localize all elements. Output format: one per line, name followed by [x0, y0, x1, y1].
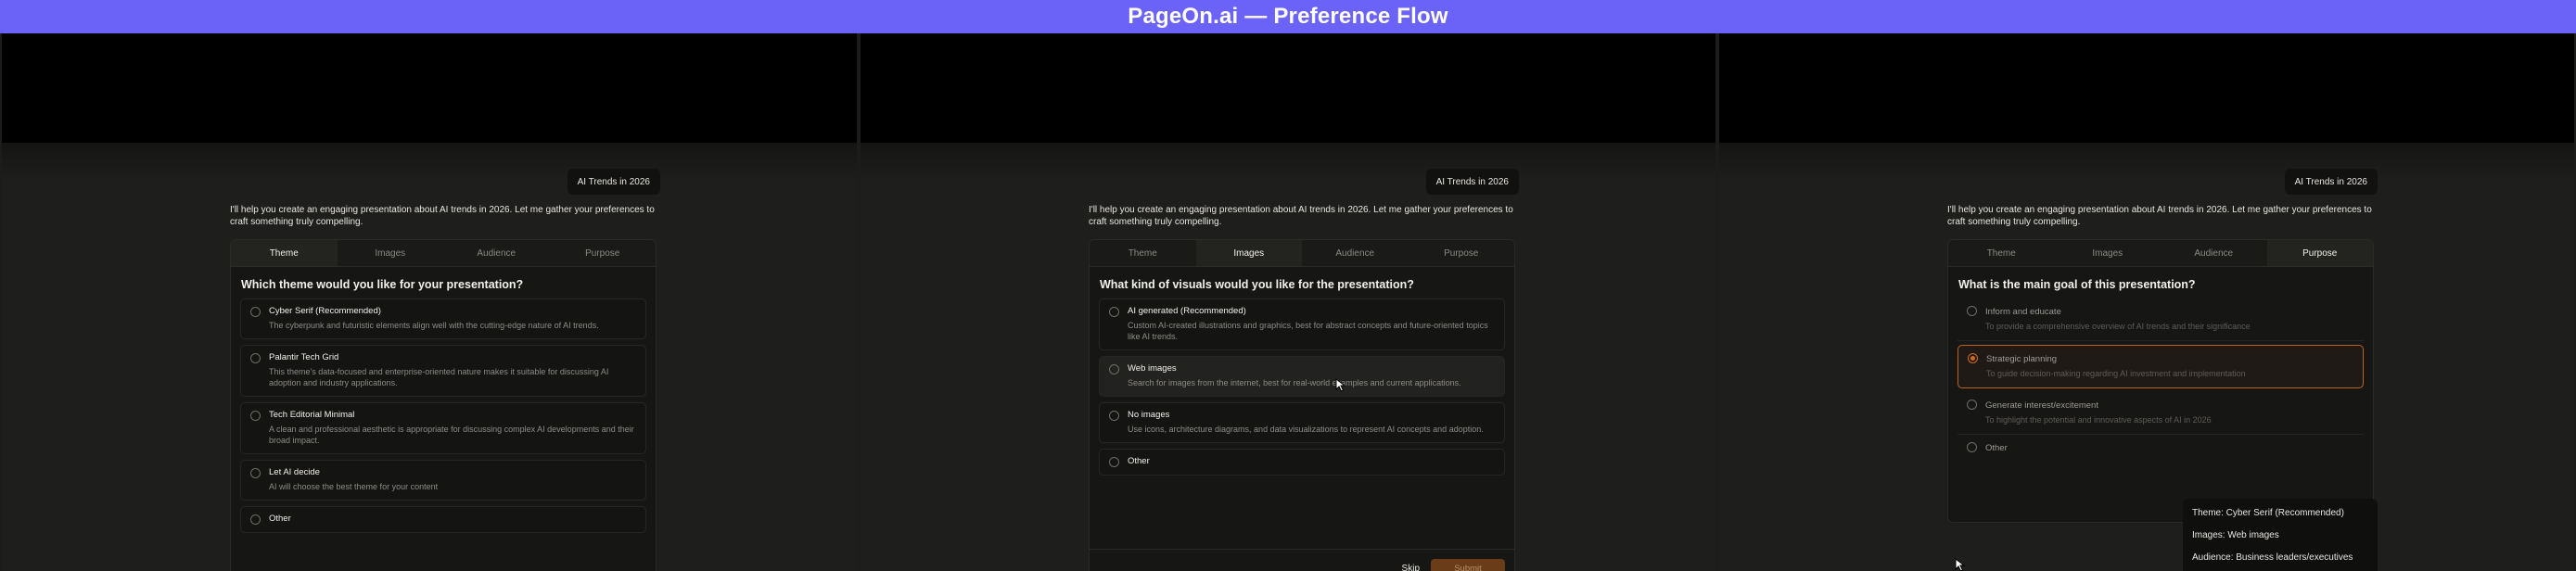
option-title: Tech Editorial Minimal [269, 410, 355, 420]
preference-card: Theme Images Audience Purpose What is th… [1947, 239, 2374, 523]
tab-bar: Theme Images Audience Purpose [231, 240, 656, 267]
option-title: Cyber Serif (Recommended) [269, 306, 381, 316]
tab-bar: Theme Images Audience Purpose [1090, 240, 1514, 267]
preview-area [861, 33, 1715, 143]
assistant-intro: I'll help you create an engaging present… [1947, 205, 2372, 227]
option-other[interactable]: Other [1099, 449, 1505, 476]
option-desc: Search for images from the internet, bes… [1128, 378, 1461, 387]
option-tech-editorial-minimal[interactable]: Tech Editorial Minimal A clean and profe… [240, 402, 646, 454]
option-cyber-serif[interactable]: Cyber Serif (Recommended) The cyberpunk … [240, 298, 646, 339]
preview-area [2, 33, 857, 143]
submit-button[interactable]: Submit [1431, 559, 1505, 571]
tab-audience[interactable]: Audience [2161, 240, 2267, 266]
radio-icon[interactable] [1109, 411, 1119, 421]
option-no-images[interactable]: No images Use icons, architecture diagra… [1099, 402, 1505, 443]
option-ai-generated[interactable]: AI generated (Recommended) Custom AI-cre… [1099, 298, 1505, 350]
question-title: What is the main goal of this presentati… [1958, 278, 2196, 291]
assistant-intro: I'll help you create an engaging present… [230, 205, 655, 227]
question-title: Which theme would you like for your pres… [241, 278, 524, 291]
selection-summary: Theme: Cyber Serif (Recommended) Images:… [2183, 499, 2378, 571]
app-banner: PageOn.ai — Preference Flow [0, 0, 2576, 33]
option-desc: To guide decision-making regarding AI in… [1986, 369, 2246, 378]
option-title: No images [1128, 410, 1170, 420]
option-title: Strategic planning [1986, 354, 2058, 364]
topic-chip: AI Trends in 2026 [2284, 169, 2378, 195]
app-title: PageOn.ai — Preference Flow [1128, 4, 1448, 29]
radio-icon[interactable] [250, 468, 261, 478]
option-desc: To highlight the potential and innovativ… [1985, 415, 2212, 425]
radio-icon[interactable] [1967, 442, 1977, 452]
skip-button[interactable]: Skip [1402, 564, 1420, 571]
radio-icon[interactable] [1109, 364, 1119, 374]
preference-card: Theme Images Audience Purpose Which them… [230, 239, 657, 571]
radio-icon[interactable] [1109, 457, 1119, 467]
radio-icon[interactable] [1109, 307, 1119, 317]
tab-bar: Theme Images Audience Purpose [1948, 240, 2373, 267]
panel-theme: AI Trends in 2026 I'll help you create a… [2, 33, 857, 571]
option-web-images[interactable]: Web images Search for images from the in… [1099, 356, 1505, 397]
option-desc: To provide a comprehensive overview of A… [1985, 322, 2251, 331]
tab-purpose[interactable]: Purpose [1408, 240, 1514, 266]
option-desc: Custom AI-created illustrations and grap… [1128, 321, 1488, 341]
radio-icon[interactable] [250, 411, 261, 421]
option-title: Generate interest/excitement [1985, 400, 2098, 411]
option-title: Inform and educate [1985, 307, 2061, 317]
option-palantir-tech-grid[interactable]: Palantir Tech Grid This theme's data-foc… [240, 345, 646, 397]
option-title: Palantir Tech Grid [269, 352, 339, 362]
option-desc: A clean and professional aesthetic is ap… [269, 425, 634, 445]
radio-icon[interactable] [250, 353, 261, 363]
tab-theme[interactable]: Theme [1090, 240, 1196, 266]
tab-images[interactable]: Images [337, 240, 443, 266]
radio-icon[interactable] [250, 307, 261, 317]
assistant-intro: I'll help you create an engaging present… [1089, 205, 1513, 227]
tab-images[interactable]: Images [2054, 240, 2161, 266]
option-desc: The cyberpunk and futuristic elements al… [269, 321, 599, 330]
panel-images: AI Trends in 2026 I'll help you create a… [861, 33, 1715, 571]
tab-theme[interactable]: Theme [1948, 240, 2055, 266]
radio-icon[interactable] [1967, 306, 1977, 316]
card-footer: Skip Submit [1090, 549, 1514, 571]
option-generate-interest[interactable]: Generate interest/excitement To highligh… [1958, 392, 2364, 435]
preview-area [1719, 33, 2574, 143]
option-desc: Use icons, architecture diagrams, and da… [1128, 425, 1484, 434]
option-title: Let AI decide [269, 467, 320, 477]
tab-audience[interactable]: Audience [1302, 240, 1409, 266]
tab-theme[interactable]: Theme [231, 240, 338, 266]
tab-purpose[interactable]: Purpose [549, 240, 656, 266]
panel-purpose: AI Trends in 2026 I'll help you create a… [1719, 33, 2574, 571]
option-other[interactable]: Other [1958, 435, 2364, 463]
option-desc: This theme's data-focused and enterprise… [269, 367, 609, 387]
summary-images: Images: Web images [2192, 530, 2279, 540]
preference-card: Theme Images Audience Purpose What kind … [1089, 239, 1515, 571]
option-other[interactable]: Other [240, 506, 646, 533]
topic-chip: AI Trends in 2026 [1425, 169, 1519, 195]
option-title: AI generated (Recommended) [1128, 306, 1246, 316]
tab-audience[interactable]: Audience [443, 240, 550, 266]
summary-theme: Theme: Cyber Serif (Recommended) [2192, 508, 2344, 518]
option-title: Other [1128, 456, 1150, 466]
option-let-ai-decide[interactable]: Let AI decide AI will choose the best th… [240, 460, 646, 501]
radio-icon[interactable] [250, 514, 261, 525]
tab-purpose[interactable]: Purpose [2266, 240, 2373, 266]
radio-icon[interactable] [1968, 353, 1978, 363]
summary-audience: Audience: Business leaders/executives [2192, 552, 2353, 563]
option-title: Other [269, 514, 291, 524]
option-title: Other [1985, 443, 2008, 453]
option-desc: AI will choose the best theme for your c… [269, 482, 439, 491]
question-title: What kind of visuals would you like for … [1100, 278, 1414, 291]
radio-icon[interactable] [1967, 400, 1977, 410]
option-inform-educate[interactable]: Inform and educate To provide a comprehe… [1958, 298, 2364, 341]
tab-images[interactable]: Images [1195, 240, 1302, 266]
option-strategic-planning[interactable]: Strategic planning To guide decision-mak… [1958, 345, 2364, 388]
topic-chip: AI Trends in 2026 [567, 169, 660, 195]
option-title: Web images [1128, 363, 1177, 374]
